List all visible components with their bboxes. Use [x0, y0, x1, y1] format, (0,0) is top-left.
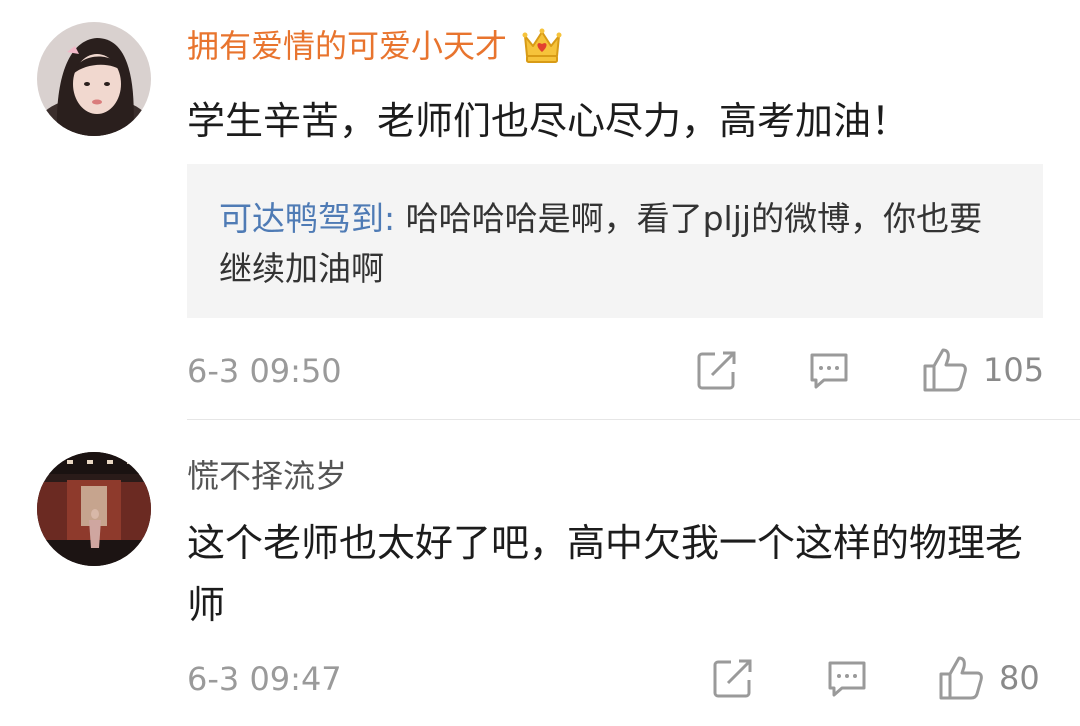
avatar[interactable]	[37, 22, 151, 136]
share-icon	[697, 351, 736, 390]
comment-item: 拥有爱情的可爱小天才 学生辛苦，老师们也尽心尽力，高考加油！ 可达鸭驾到: 哈哈…	[0, 0, 1080, 420]
thumbs-up-icon	[923, 348, 967, 392]
like-button[interactable]: 80	[937, 654, 1040, 702]
timestamp: 6-3 09:50	[187, 352, 342, 390]
reply-separator: :	[384, 199, 396, 238]
username[interactable]: 慌不择流岁	[187, 456, 347, 496]
crown-icon	[521, 26, 563, 64]
like-count: 80	[999, 659, 1040, 697]
like-button[interactable]: 105	[921, 346, 1044, 394]
username-text: 拥有爱情的可爱小天才	[187, 27, 508, 65]
comment-icon	[828, 661, 866, 697]
comment-icon	[810, 353, 848, 389]
thumbs-up-icon	[939, 656, 983, 700]
comment-meta: 6-3 09:47 80	[187, 654, 1043, 704]
share-button[interactable]	[711, 654, 755, 702]
like-count: 105	[983, 351, 1045, 389]
share-icon	[713, 659, 752, 698]
share-button[interactable]	[695, 346, 739, 394]
comment-item: 慌不择流岁 这个老师也太好了吧，高中欠我一个这样的物理老师 6-3 09:47 …	[0, 420, 1080, 726]
comment-meta: 6-3 09:50 105	[187, 346, 1044, 396]
comment-text: 这个老师也太好了吧，高中欠我一个这样的物理老师	[187, 521, 1024, 627]
reply-quote[interactable]: 可达鸭驾到: 哈哈哈哈是啊，看了pljj的微博，你也要继续加油啊	[187, 164, 1043, 318]
avatar-image	[37, 22, 151, 136]
avatar-image	[37, 452, 151, 566]
timestamp: 6-3 09:47	[187, 660, 342, 698]
comment-text: 学生辛苦，老师们也尽心尽力，高考加油！	[187, 99, 910, 143]
avatar[interactable]	[37, 452, 151, 566]
comment-button[interactable]	[825, 654, 869, 702]
reply-author[interactable]: 可达鸭驾到	[219, 199, 384, 238]
comment-button[interactable]	[807, 346, 851, 394]
username[interactable]: 拥有爱情的可爱小天才	[187, 26, 563, 67]
